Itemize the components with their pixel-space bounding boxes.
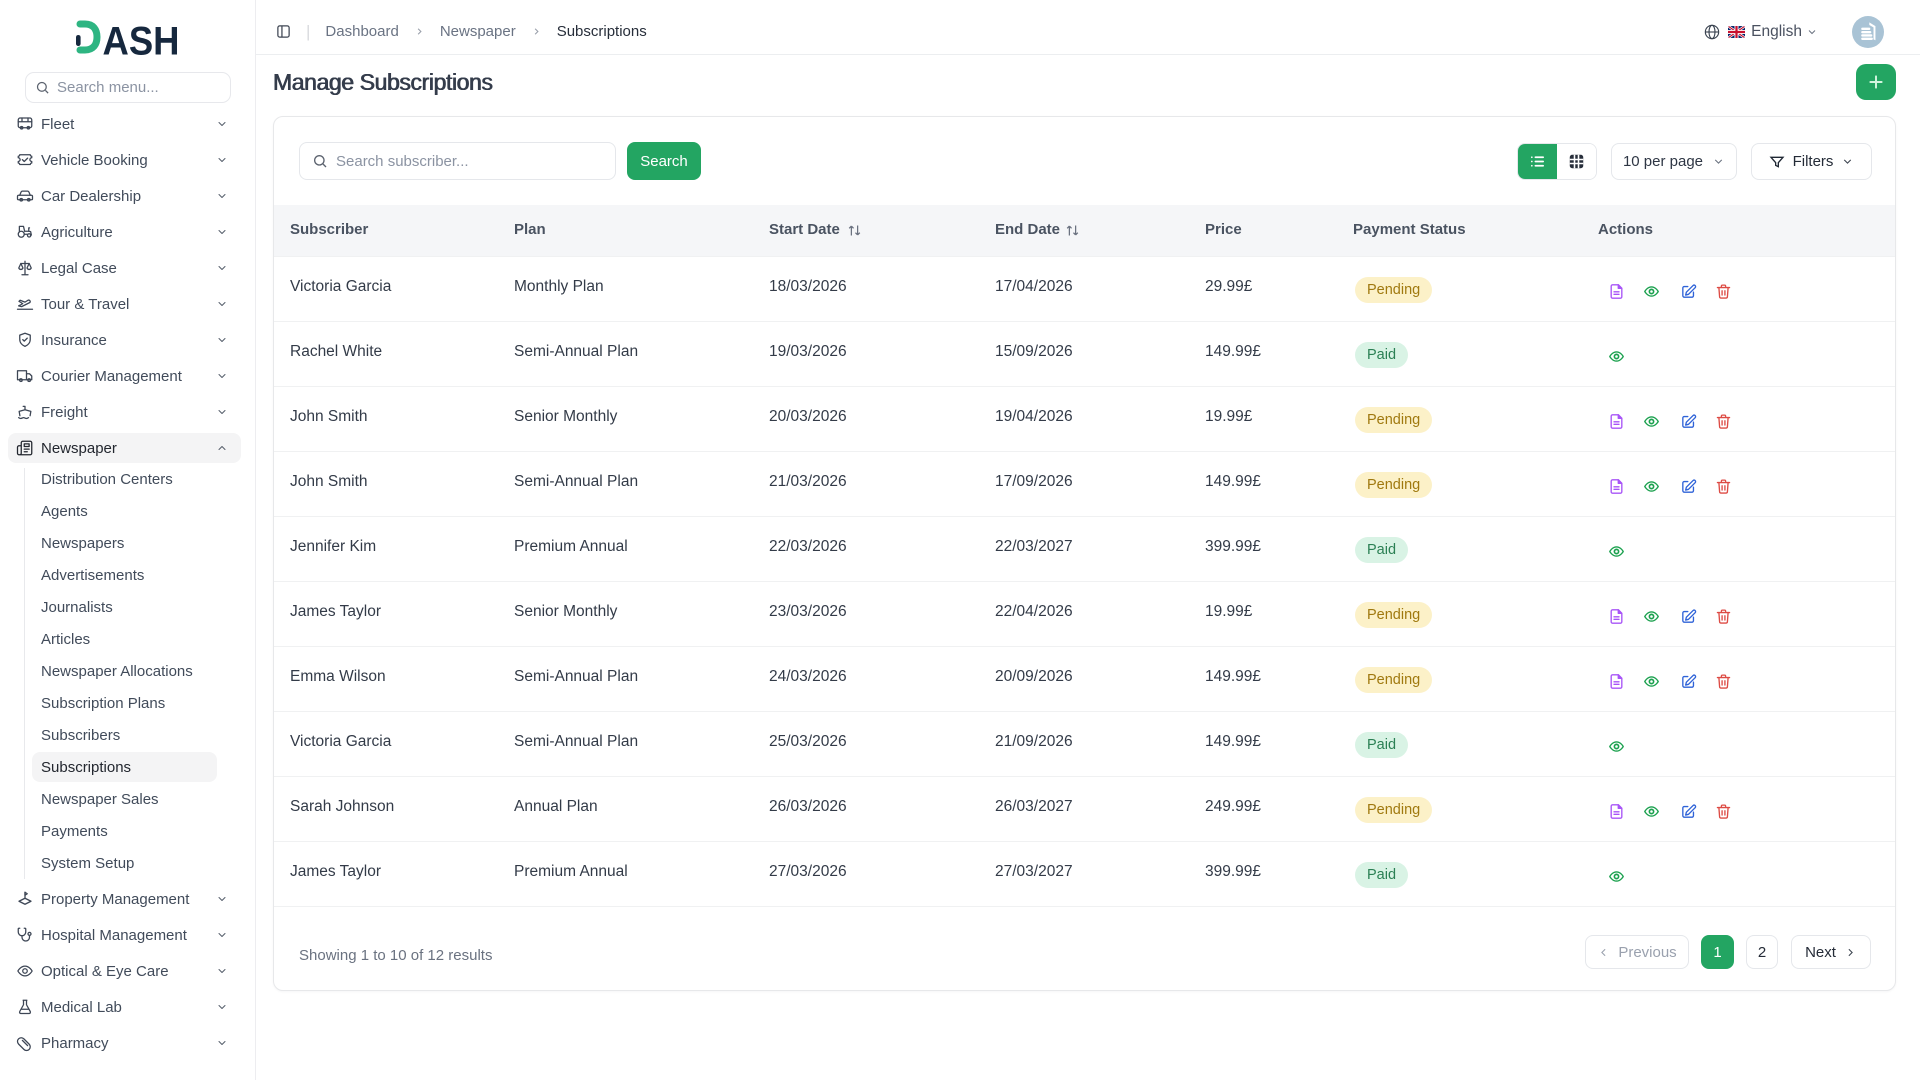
svg-text:ASH: ASH [103,20,180,60]
